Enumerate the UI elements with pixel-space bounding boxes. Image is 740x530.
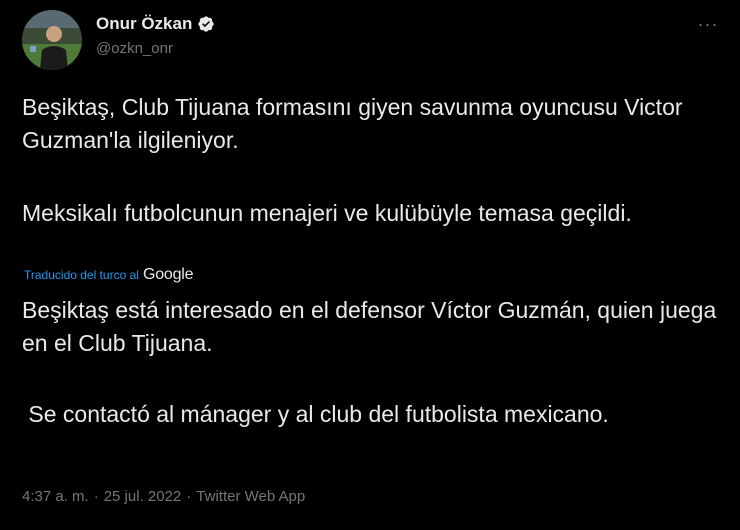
more-options-icon[interactable]: ··· (694, 14, 722, 34)
translated-paragraph-1: Beşiktaş está interesado en el defensor … (22, 297, 717, 356)
tweet-card: Onur Özkan @ozkn_onr ··· Beşiktaş, Club … (0, 0, 740, 530)
tweet-metadata: 4:37 a. m. · 25 jul. 2022 · Twitter Web … (22, 488, 305, 505)
original-paragraph-1: Beşiktaş, Club Tijuana formasını giyen s… (22, 94, 683, 153)
author-name-row: Onur Özkan (96, 14, 215, 34)
translation-credit: Traducido del turco al Google (24, 266, 194, 284)
original-paragraph-2: Meksikalı futbolcunun menajeri ve kulübü… (22, 200, 632, 226)
google-logo: Google (142, 266, 194, 283)
meta-separator: · (93, 488, 99, 505)
author-display-name[interactable]: Onur Özkan (96, 14, 192, 34)
translated-paragraph-2: Se contactó al mánager y al club del fut… (22, 401, 609, 427)
verified-badge-icon (197, 15, 215, 33)
author-handle[interactable]: @ozkn_onr (96, 40, 173, 57)
profile-avatar[interactable] (22, 10, 82, 70)
tweet-source[interactable]: Twitter Web App (196, 488, 305, 505)
tweet-date[interactable]: 25 jul. 2022 (104, 488, 182, 505)
tweet-time[interactable]: 4:37 a. m. (22, 488, 89, 505)
translated-from-link[interactable]: Traducido del turco al (24, 268, 139, 282)
meta-separator: · (186, 488, 192, 505)
